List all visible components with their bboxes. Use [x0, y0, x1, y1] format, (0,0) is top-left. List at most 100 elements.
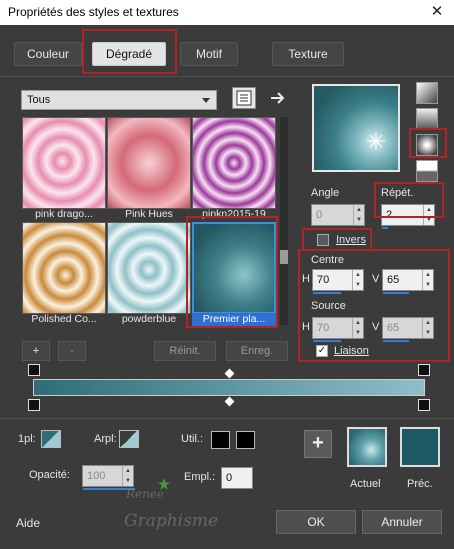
- preset-label: Polished Co...: [31, 313, 97, 325]
- remove-preset-button[interactable]: -: [58, 341, 86, 361]
- spin-arrows-icon[interactable]: ▲ ▼: [122, 466, 133, 486]
- spin-arrows-icon[interactable]: ▲ ▼: [352, 318, 363, 338]
- empl-label: Empl.:: [184, 471, 216, 483]
- ipl-swatch[interactable]: [41, 430, 61, 448]
- source-h-value: 70: [317, 322, 330, 334]
- spin-arrows-icon[interactable]: ▲ ▼: [422, 270, 433, 290]
- center-h-value: 70: [317, 274, 330, 286]
- center-v-level-bar: [383, 292, 409, 294]
- source-v-label: V: [372, 321, 380, 333]
- link-checkbox[interactable]: ✓: [316, 345, 328, 357]
- center-v-label: V: [372, 273, 380, 285]
- arrow-right-icon[interactable]: [268, 88, 288, 108]
- preset-thumbnail[interactable]: [22, 222, 106, 314]
- repeat-value: 2: [386, 209, 393, 221]
- previous-swatch[interactable]: [400, 427, 440, 467]
- category-value: Tous: [27, 94, 51, 106]
- arpl-label: Arpl:: [94, 433, 117, 445]
- repeat-label: Répét.: [381, 187, 414, 199]
- ipl-label: 1pl:: [18, 433, 36, 445]
- preset-label: pink drago...: [35, 208, 93, 220]
- radial-style-icon[interactable]: [416, 134, 438, 156]
- rectangular-style-icon[interactable]: [416, 108, 438, 130]
- title-bar: Propriétés des styles et textures ✕: [0, 0, 454, 25]
- spin-arrows-icon[interactable]: ▲ ▼: [423, 205, 434, 225]
- preset-thumbnail[interactable]: [22, 117, 106, 209]
- opacity-input[interactable]: 100 ▲ ▼: [82, 465, 135, 490]
- spin-arrows-icon[interactable]: ▲ ▼: [352, 270, 363, 290]
- preset-thumbnail[interactable]: [107, 117, 191, 209]
- window-title: Propriétés des styles et textures: [8, 5, 179, 19]
- source-h-input[interactable]: 70 ▲ ▼: [312, 317, 364, 342]
- center-v-input[interactable]: 65 ▲ ▼: [382, 269, 434, 294]
- angle-value: 0: [316, 209, 323, 221]
- top-stop-left[interactable]: [28, 364, 40, 376]
- watermark-text: Graphisme: [124, 511, 219, 531]
- invert-label: Invers: [336, 234, 366, 246]
- current-swatch[interactable]: [347, 427, 387, 467]
- gradient-bar[interactable]: [33, 379, 425, 396]
- preset-label-selected: Premier pla...: [192, 313, 276, 327]
- help-link[interactable]: Aide: [16, 516, 40, 530]
- preset-scrollbar[interactable]: [280, 117, 288, 325]
- tab-degrade[interactable]: Dégradé: [92, 42, 166, 66]
- cancel-button[interactable]: Annuler: [362, 510, 442, 534]
- center-h-label: H: [302, 273, 310, 285]
- tab-motif[interactable]: Motif: [180, 42, 238, 66]
- category-select[interactable]: Tous: [21, 90, 217, 110]
- util-color-box[interactable]: [211, 431, 230, 449]
- invert-checkbox[interactable]: [317, 234, 329, 246]
- link-label: Liaison: [334, 345, 369, 357]
- divider: [0, 418, 454, 419]
- bottom-stop-right[interactable]: [418, 399, 430, 411]
- midpoint-top-icon[interactable]: [224, 368, 235, 379]
- midpoint-bottom-icon[interactable]: [224, 396, 235, 407]
- source-v-value: 65: [387, 322, 400, 334]
- opacity-label: Opacité:: [29, 469, 70, 481]
- bottom-stop-left[interactable]: [28, 399, 40, 411]
- preset-label: powderblue: [121, 313, 177, 325]
- preset-thumbnail[interactable]: [107, 222, 191, 314]
- source-label: Source: [311, 300, 346, 312]
- divider: [0, 76, 454, 77]
- center-label: Centre: [311, 254, 345, 266]
- empl-value: 0: [226, 472, 233, 484]
- library-icon[interactable]: [232, 87, 256, 109]
- source-h-level-bar: [313, 340, 341, 342]
- current-label: Actuel: [350, 478, 381, 490]
- save-preset-button[interactable]: Enreg.: [226, 341, 288, 361]
- arpl-swatch[interactable]: [119, 430, 139, 448]
- add-preset-button[interactable]: +: [22, 341, 50, 361]
- gradient-preview[interactable]: [312, 84, 400, 172]
- util-color-box[interactable]: [236, 431, 255, 449]
- repeat-input[interactable]: 2 ▲ ▼: [381, 204, 435, 229]
- angle-label: Angle: [311, 187, 340, 199]
- scrollbar-thumb[interactable]: [280, 250, 288, 264]
- opacity-value: 100: [87, 470, 106, 482]
- preset-label: pinkn2015-19: [202, 208, 266, 220]
- source-v-input[interactable]: 65 ▲ ▼: [382, 317, 434, 342]
- add-to-list-button[interactable]: +: [304, 430, 332, 458]
- preset-label: Pink Hues: [125, 208, 173, 220]
- styles-textures-dialog: Propriétés des styles et textures ✕ Coul…: [0, 0, 454, 549]
- linear-style-icon[interactable]: [416, 82, 438, 104]
- center-v-value: 65: [387, 274, 400, 286]
- empl-input[interactable]: 0: [221, 467, 253, 489]
- angle-input[interactable]: 0 ▲ ▼: [311, 204, 365, 226]
- top-stop-right[interactable]: [418, 364, 430, 376]
- reset-button[interactable]: Réinit.: [154, 341, 216, 361]
- spin-arrows-icon[interactable]: ▲ ▼: [353, 205, 364, 225]
- tab-couleur[interactable]: Couleur: [14, 42, 82, 66]
- spin-arrows-icon[interactable]: ▲ ▼: [422, 318, 433, 338]
- tab-texture[interactable]: Texture: [272, 42, 344, 66]
- ok-button[interactable]: OK: [276, 510, 356, 534]
- center-h-input[interactable]: 70 ▲ ▼: [312, 269, 364, 294]
- close-icon[interactable]: ✕: [420, 0, 454, 25]
- preset-thumbnail-selected[interactable]: [192, 222, 276, 314]
- sunburst-style-icon[interactable]: [416, 160, 438, 182]
- source-h-label: H: [302, 321, 310, 333]
- center-h-level-bar: [313, 292, 341, 294]
- preset-thumbnail[interactable]: [192, 117, 276, 209]
- chevron-down-icon: [202, 98, 210, 103]
- previous-label: Préc.: [407, 478, 433, 490]
